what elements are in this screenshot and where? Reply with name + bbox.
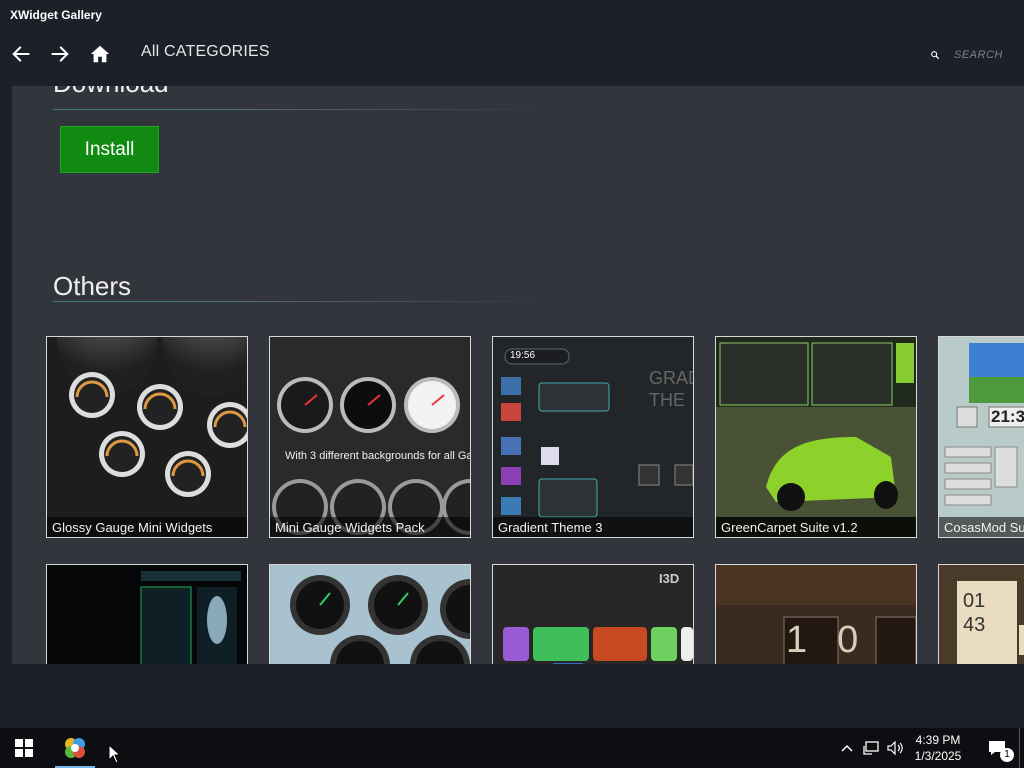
widget-card[interactable] (46, 564, 248, 664)
thumbnail-overlay-text: 10 40 (786, 619, 916, 661)
thumbnail-overlay-text: GRAD THE (649, 368, 693, 410)
search-input[interactable] (954, 49, 1024, 61)
widget-thumbnail (47, 337, 247, 537)
home-icon (90, 45, 110, 63)
card-title: GreenCarpet Suite v1.2 (721, 520, 858, 535)
card-title: Glossy Gauge Mini Widgets (52, 520, 213, 535)
network-icon (863, 741, 879, 755)
window-title: XWidget Gallery (10, 8, 102, 22)
card-caption: Glossy Gauge Mini Widgets (47, 517, 247, 537)
widget-card-greencarpet[interactable]: GreenCarpet Suite v1.2 (715, 336, 917, 538)
widget-thumbnail (716, 337, 916, 537)
arrow-left-icon (12, 46, 30, 62)
tray-volume-button[interactable] (884, 728, 906, 768)
thumbnail-overlay-text: 01 43 (963, 590, 986, 636)
chevron-up-icon (841, 744, 853, 752)
clock-time: 4:39 PM (915, 733, 961, 747)
tray-network-button[interactable] (860, 728, 882, 768)
tray-overflow-button[interactable] (838, 728, 856, 768)
taskbar: 4:39 PM 1/3/2025 1 (0, 728, 1024, 768)
taskbar-app-xwidget[interactable] (55, 728, 95, 768)
windows-start-icon (15, 739, 33, 757)
show-desktop-button[interactable] (1019, 728, 1020, 768)
others-heading: Others (53, 271, 132, 301)
widget-card-mini-gauge[interactable]: With 3 different backgrounds for all Gau… (269, 336, 471, 538)
widget-card[interactable] (269, 564, 471, 664)
search-box[interactable] (928, 44, 1024, 66)
search-icon[interactable] (930, 47, 940, 63)
card-caption: GreenCarpet Suite v1.2 (716, 517, 916, 537)
widget-thumbnail (939, 337, 1024, 537)
clock-date: 1/3/2025 (914, 749, 962, 763)
card-title: Gradient Theme 3 (498, 520, 603, 535)
home-button[interactable] (86, 40, 114, 68)
title-bar: XWidget Gallery (0, 0, 1024, 30)
notification-count-badge: 1 (1000, 748, 1014, 762)
others-divider (53, 301, 553, 302)
widget-card-gradient-theme[interactable]: 19:56 GRAD THE Gradient Theme 3 (492, 336, 694, 538)
widget-thumbnail (270, 565, 470, 664)
forward-button[interactable] (46, 40, 74, 68)
widget-thumbnail (270, 337, 470, 537)
download-heading: Download (53, 86, 169, 99)
taskbar-clock[interactable]: 4:39 PM 1/3/2025 (904, 732, 972, 764)
arrow-right-icon (51, 46, 69, 62)
thumbnail-overlay-text: With 3 different backgrounds for all Gau (285, 450, 471, 462)
toolbar: All CATEGORIES (0, 30, 1024, 86)
card-caption: Gradient Theme 3 (493, 517, 693, 537)
card-caption: CosasMod Su (939, 517, 1024, 537)
card-caption: Mini Gauge Widgets Pack (270, 517, 470, 537)
speaker-icon (887, 741, 903, 755)
back-button[interactable] (7, 40, 35, 68)
download-divider (53, 109, 553, 110)
breadcrumb[interactable]: All CATEGORIES (141, 43, 270, 61)
card-title: Mini Gauge Widgets Pack (275, 520, 425, 535)
mouse-cursor-icon (108, 744, 122, 764)
install-button[interactable]: Install (60, 126, 159, 173)
thumbnail-overlay-text: 21:3 (991, 407, 1024, 426)
footer-area (0, 664, 1024, 728)
action-center-button[interactable]: 1 (978, 728, 1016, 768)
start-button[interactable] (0, 728, 48, 768)
card-title: CosasMod Su (944, 520, 1024, 535)
thumbnail-overlay-text: I3D (659, 571, 680, 586)
widget-card-cosasmod[interactable]: 21:3 CosasMod Su (938, 336, 1024, 538)
widget-card[interactable]: 01 43 (938, 564, 1024, 664)
content-panel[interactable]: Download Install Others Glossy Gauge Min… (12, 86, 1024, 664)
xwidget-app-icon (65, 738, 85, 758)
widget-thumbnail (47, 565, 247, 664)
widget-card[interactable]: 10 40 (715, 564, 917, 664)
widget-card-glossy-gauge[interactable]: Glossy Gauge Mini Widgets (46, 336, 248, 538)
thumbnail-clock: 19:56 (510, 350, 536, 361)
widget-card[interactable]: I3D (492, 564, 694, 664)
